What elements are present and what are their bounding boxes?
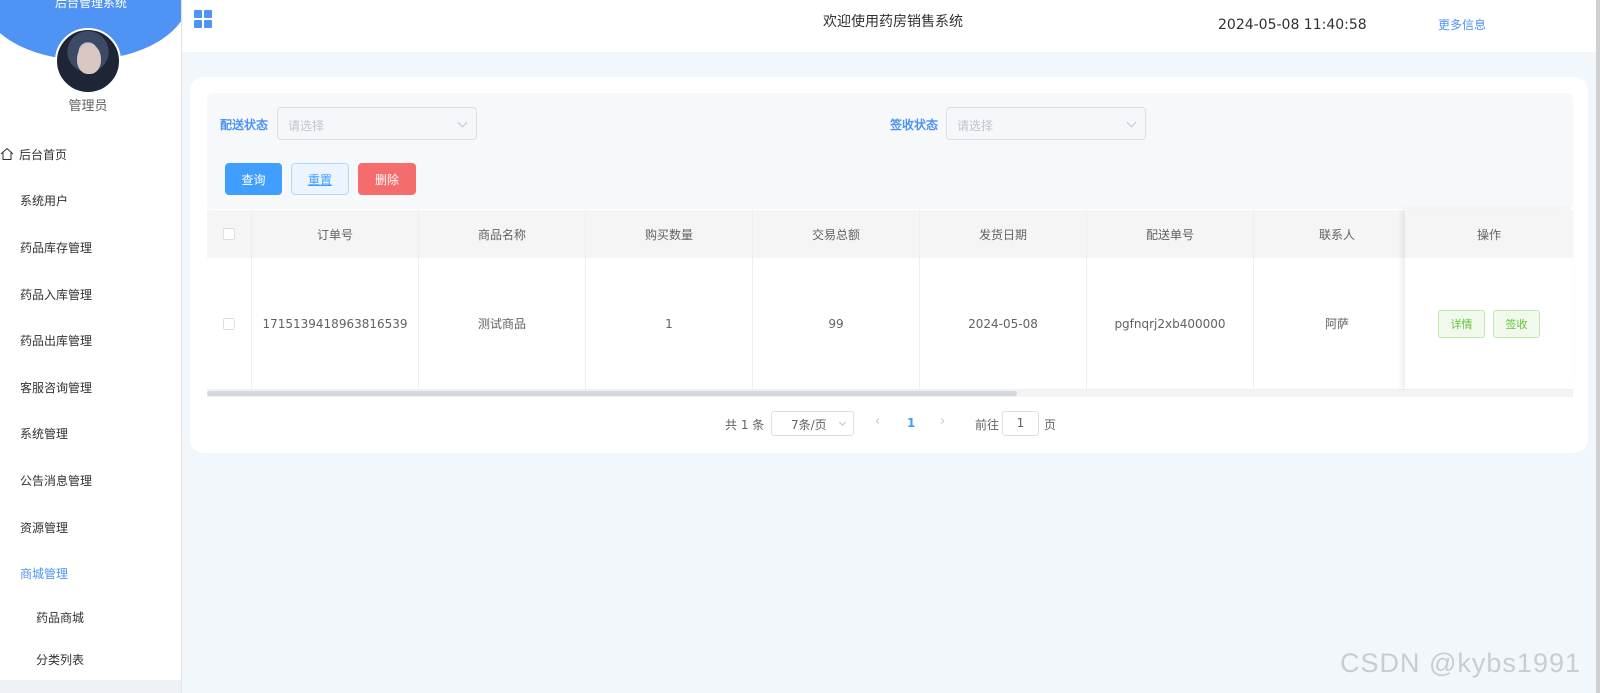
top-header: 欢迎使用药房销售系统 2024-05-08 11:40:58 更多信息 xyxy=(183,0,1596,52)
sidebar-item-label: 公告消息管理 xyxy=(20,473,93,488)
sidebar-item-label: 药品库存管理 xyxy=(20,240,93,255)
header-title: 欢迎使用药房销售系统 xyxy=(823,14,963,30)
chevron-right-icon[interactable]: › xyxy=(940,414,945,429)
sidebar-item-label: 系统用户 xyxy=(20,194,69,209)
delivery-status-select[interactable]: 请选择 xyxy=(277,107,477,140)
pagination-current-page[interactable]: 1 xyxy=(907,416,915,430)
sidebar-item-drug-inventory[interactable]: 药品库存管理 xyxy=(0,224,181,271)
avatar[interactable] xyxy=(55,28,121,94)
chevron-down-icon xyxy=(457,117,468,128)
cell-order-no: 1715139418963816539 xyxy=(252,258,419,389)
sidebar-subitem-category-list[interactable]: 分类列表 xyxy=(0,638,181,680)
home-icon xyxy=(0,148,14,161)
sidebar-item-resources[interactable]: 资源管理 xyxy=(0,504,181,551)
page-size-value: 7条/页 xyxy=(791,418,827,432)
sidebar-item-announcements[interactable]: 公告消息管理 xyxy=(0,457,181,504)
sidebar-item-customer-service[interactable]: 客服咨询管理 xyxy=(0,364,181,411)
cell-contact: 阿萨 xyxy=(1254,258,1421,389)
pagination-goto-input[interactable]: 1 xyxy=(1002,411,1039,436)
table-header: 订单号 商品名称 购买数量 交易总额 发货日期 配送单号 联系人 xyxy=(207,210,1573,258)
more-info-link[interactable]: 更多信息 xyxy=(1438,16,1486,33)
sidebar-item-system-management[interactable]: 系统管理 xyxy=(0,411,181,458)
sidebar-subitem-label: 药品商城 xyxy=(36,611,85,626)
orders-table: 订单号 商品名称 购买数量 交易总额 发货日期 配送单号 联系人 1715139… xyxy=(207,210,1573,398)
delivery-status-label: 配送状态 xyxy=(220,118,269,132)
delivery-status-placeholder: 请选择 xyxy=(288,119,325,133)
watermark: CSDN @kybs1991 xyxy=(1340,648,1581,678)
cell-delivery-no: pgfnqrj2xb400000 xyxy=(1087,258,1254,389)
reset-button[interactable]: 重置 xyxy=(291,163,349,195)
page-size-select[interactable]: 7条/页 xyxy=(771,411,854,436)
system-name: 后台管理系统 xyxy=(54,0,127,10)
detail-button[interactable]: 详情 xyxy=(1438,309,1485,338)
sign-button[interactable]: 签收 xyxy=(1493,309,1540,338)
cell-ship-date: 2024-05-08 xyxy=(920,258,1087,389)
sign-status-placeholder: 请选择 xyxy=(957,119,994,133)
select-all-checkbox[interactable] xyxy=(223,228,235,240)
sidebar-item-drug-outbound[interactable]: 药品出库管理 xyxy=(0,317,181,364)
sidebar-item-label: 药品入库管理 xyxy=(20,287,93,302)
sidebar-item-mall[interactable]: 商城管理 xyxy=(0,550,181,597)
cell-qty: 1 xyxy=(586,258,753,389)
sidebar-subitem-label: 分类列表 xyxy=(36,652,85,667)
sidebar-item-label: 客服咨询管理 xyxy=(20,380,93,395)
table-row: 1715139418963816539 测试商品 1 99 2024-05-08… xyxy=(207,258,1573,390)
column-header-ops: 操作 xyxy=(1405,210,1573,258)
column-header: 订单号 xyxy=(252,210,419,258)
cell-total: 99 xyxy=(753,258,920,389)
column-header: 联系人 xyxy=(1254,210,1421,258)
sidebar-subitem-drug-mall[interactable]: 药品商城 xyxy=(0,597,181,639)
chevron-down-icon xyxy=(1126,117,1137,128)
operations-column: 操作 详情 签收 xyxy=(1405,210,1573,390)
grid-menu-icon[interactable] xyxy=(194,10,212,28)
pagination-total: 共 1 条 xyxy=(725,417,765,432)
column-header: 商品名称 xyxy=(419,210,586,258)
column-header: 配送单号 xyxy=(1087,210,1254,258)
sidebar-item-home[interactable]: 后台首页 xyxy=(0,131,181,178)
row-operations: 详情 签收 xyxy=(1405,258,1573,390)
pagination-goto-label: 前往 xyxy=(975,417,1000,432)
column-header: 购买数量 xyxy=(586,210,753,258)
select-all-cell xyxy=(207,210,252,258)
horizontal-scrollbar-thumb[interactable] xyxy=(207,391,1017,396)
sign-status-select[interactable]: 请选择 xyxy=(946,107,1146,140)
row-select-cell xyxy=(207,258,252,389)
sidebar-item-label: 商城管理 xyxy=(20,567,69,582)
header-datetime: 2024-05-08 11:40:58 xyxy=(1218,17,1367,33)
chevron-down-icon xyxy=(838,418,847,427)
sidebar-item-label: 资源管理 xyxy=(20,520,69,535)
sidebar-item-label: 系统管理 xyxy=(20,427,69,442)
sign-status-label: 签收状态 xyxy=(890,118,939,132)
pagination-page-unit: 页 xyxy=(1044,417,1057,432)
query-button[interactable]: 查询 xyxy=(225,163,282,195)
row-checkbox[interactable] xyxy=(223,317,235,330)
sidebar-item-system-users[interactable]: 系统用户 xyxy=(0,178,181,225)
cell-product: 测试商品 xyxy=(419,258,586,389)
sidebar-item-drug-inbound[interactable]: 药品入库管理 xyxy=(0,271,181,318)
sidebar-bottom-strip xyxy=(0,680,181,693)
column-header: 交易总额 xyxy=(753,210,920,258)
delete-button[interactable]: 删除 xyxy=(358,163,416,195)
sidebar: 后台管理系统 管理员 后台首页 系统用户 药品库存管理 药品入库管理 药品出库管… xyxy=(0,0,182,693)
window-edge xyxy=(1596,0,1600,693)
column-header: 发货日期 xyxy=(920,210,1087,258)
sidebar-item-label: 后台首页 xyxy=(19,147,68,162)
chevron-left-icon[interactable]: ‹ xyxy=(875,414,880,429)
sidebar-menu: 后台首页 系统用户 药品库存管理 药品入库管理 药品出库管理 客服咨询管理 系统… xyxy=(0,131,181,680)
sidebar-item-label: 药品出库管理 xyxy=(20,334,93,349)
user-role: 管理员 xyxy=(68,99,108,114)
